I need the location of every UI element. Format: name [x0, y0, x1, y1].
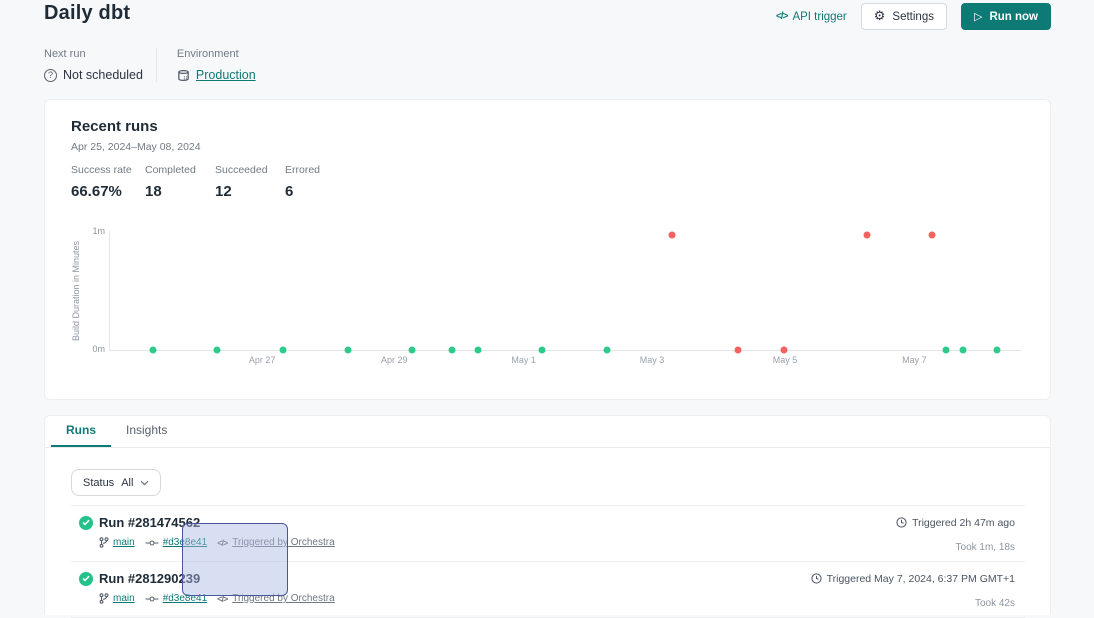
- x-axis-tick: May 1: [511, 355, 536, 365]
- next-run-label: Next run: [44, 48, 143, 60]
- run-now-label: Run now: [989, 11, 1038, 23]
- tab-runs[interactable]: Runs: [51, 416, 111, 447]
- run-dot-succeeded[interactable]: [280, 347, 287, 354]
- y-axis-tick-1m: 1m: [81, 226, 105, 236]
- run-dot-succeeded[interactable]: [994, 347, 1001, 354]
- git-commit-icon: [145, 595, 159, 603]
- y-axis-tick-0m: 0m: [81, 344, 105, 354]
- x-axis-tick: Apr 29: [381, 355, 408, 365]
- git-commit-icon: [145, 539, 159, 547]
- settings-label: Settings: [892, 11, 934, 23]
- run-dot-errored[interactable]: [864, 231, 871, 238]
- gear-icon: ⚙: [874, 10, 886, 23]
- run-list: Run #281474562 main: [71, 505, 1025, 618]
- run-row-2[interactable]: Run #281290239 main: [71, 561, 1025, 618]
- play-icon: ▷: [974, 11, 982, 22]
- x-axis-tick: Apr 27: [249, 355, 276, 365]
- code-icon: </>: [217, 594, 227, 604]
- database-icon: [177, 69, 190, 82]
- clock-icon: [896, 517, 907, 528]
- run-dot-succeeded[interactable]: [959, 347, 966, 354]
- y-axis-label: Build Duration in Minutes: [71, 241, 81, 341]
- trigger-source-link[interactable]: </> Triggered by Orchestra: [217, 593, 334, 604]
- recent-runs-card: Recent runs Apr 25, 2024–May 08, 2024 Su…: [44, 99, 1051, 400]
- success-check-icon: [79, 572, 93, 586]
- run-dot-errored[interactable]: [928, 231, 935, 238]
- next-run-block: Next run ? Not scheduled: [44, 48, 143, 82]
- status-filter-label: Status: [83, 477, 114, 489]
- commit-link[interactable]: #d3e8e41: [145, 537, 208, 548]
- clock-icon: [811, 573, 822, 584]
- x-axis-tick: May 3: [640, 355, 665, 365]
- run-duration-chart: Build Duration in Minutes 1m 0m Apr 27Ap…: [45, 100, 1050, 399]
- api-trigger-link[interactable]: </> API trigger: [776, 11, 847, 23]
- run-dot-errored[interactable]: [781, 347, 788, 354]
- code-icon: </>: [776, 11, 787, 22]
- run-dot-succeeded[interactable]: [149, 347, 156, 354]
- header-actions: </> API trigger ⚙ Settings ▷ Run now: [776, 3, 1051, 30]
- job-meta: Next run ? Not scheduled Environment: [44, 48, 256, 82]
- next-run-value: Not scheduled: [63, 68, 143, 82]
- question-circle-icon: ?: [44, 69, 57, 82]
- git-branch-icon: [99, 593, 109, 604]
- run-dot-succeeded[interactable]: [943, 347, 950, 354]
- git-branch-icon: [99, 537, 109, 548]
- x-axis-tick: May 5: [773, 355, 798, 365]
- job-page: Daily dbt </> API trigger ⚙ Settings ▷ R…: [0, 0, 1094, 601]
- run-dot-succeeded[interactable]: [475, 347, 482, 354]
- settings-button[interactable]: ⚙ Settings: [861, 3, 947, 30]
- api-trigger-label: API trigger: [792, 11, 846, 23]
- branch-link[interactable]: main: [99, 593, 135, 604]
- chevron-down-icon: [140, 480, 149, 486]
- success-check-icon: [79, 516, 93, 530]
- run-dot-errored[interactable]: [669, 231, 676, 238]
- vertical-divider: [156, 48, 157, 82]
- tab-insights[interactable]: Insights: [111, 416, 182, 447]
- environment-block: Environment Production: [177, 48, 256, 82]
- run-dot-succeeded[interactable]: [448, 347, 455, 354]
- x-axis-tick: May 7: [902, 355, 927, 365]
- code-icon: </>: [217, 538, 227, 548]
- run-title: Run #281474562: [99, 515, 200, 530]
- run-triggered-time: Triggered May 7, 2024, 6:37 PM GMT+1: [827, 573, 1015, 585]
- run-triggered-time: Triggered 2h 47m ago: [912, 517, 1015, 529]
- run-dot-errored[interactable]: [734, 347, 741, 354]
- run-duration: Took 1m, 18s: [896, 542, 1015, 553]
- environment-label: Environment: [177, 48, 256, 60]
- chart-plot: Apr 27Apr 29May 1May 3May 5May 7: [109, 231, 1021, 351]
- run-row-1[interactable]: Run #281474562 main: [71, 505, 1025, 561]
- run-duration: Took 42s: [811, 598, 1015, 609]
- status-filter-value: All: [121, 477, 133, 489]
- run-dot-succeeded[interactable]: [344, 347, 351, 354]
- run-title: Run #281290239: [99, 571, 200, 586]
- commit-link[interactable]: #d3e8e41: [145, 593, 208, 604]
- page-title: Daily dbt: [44, 2, 130, 25]
- branch-link[interactable]: main: [99, 537, 135, 548]
- run-now-button[interactable]: ▷ Run now: [961, 3, 1051, 30]
- run-dot-succeeded[interactable]: [409, 347, 416, 354]
- tabs-bar: Runs Insights: [45, 416, 1050, 448]
- run-dot-succeeded[interactable]: [538, 347, 545, 354]
- run-dot-succeeded[interactable]: [214, 347, 221, 354]
- status-filter[interactable]: Status All: [71, 469, 161, 496]
- runs-card: Runs Insights Status All Run #281474562: [44, 415, 1051, 615]
- trigger-source-link[interactable]: </> Triggered by Orchestra: [217, 537, 334, 548]
- environment-link[interactable]: Production: [196, 68, 256, 82]
- run-dot-succeeded[interactable]: [604, 347, 611, 354]
